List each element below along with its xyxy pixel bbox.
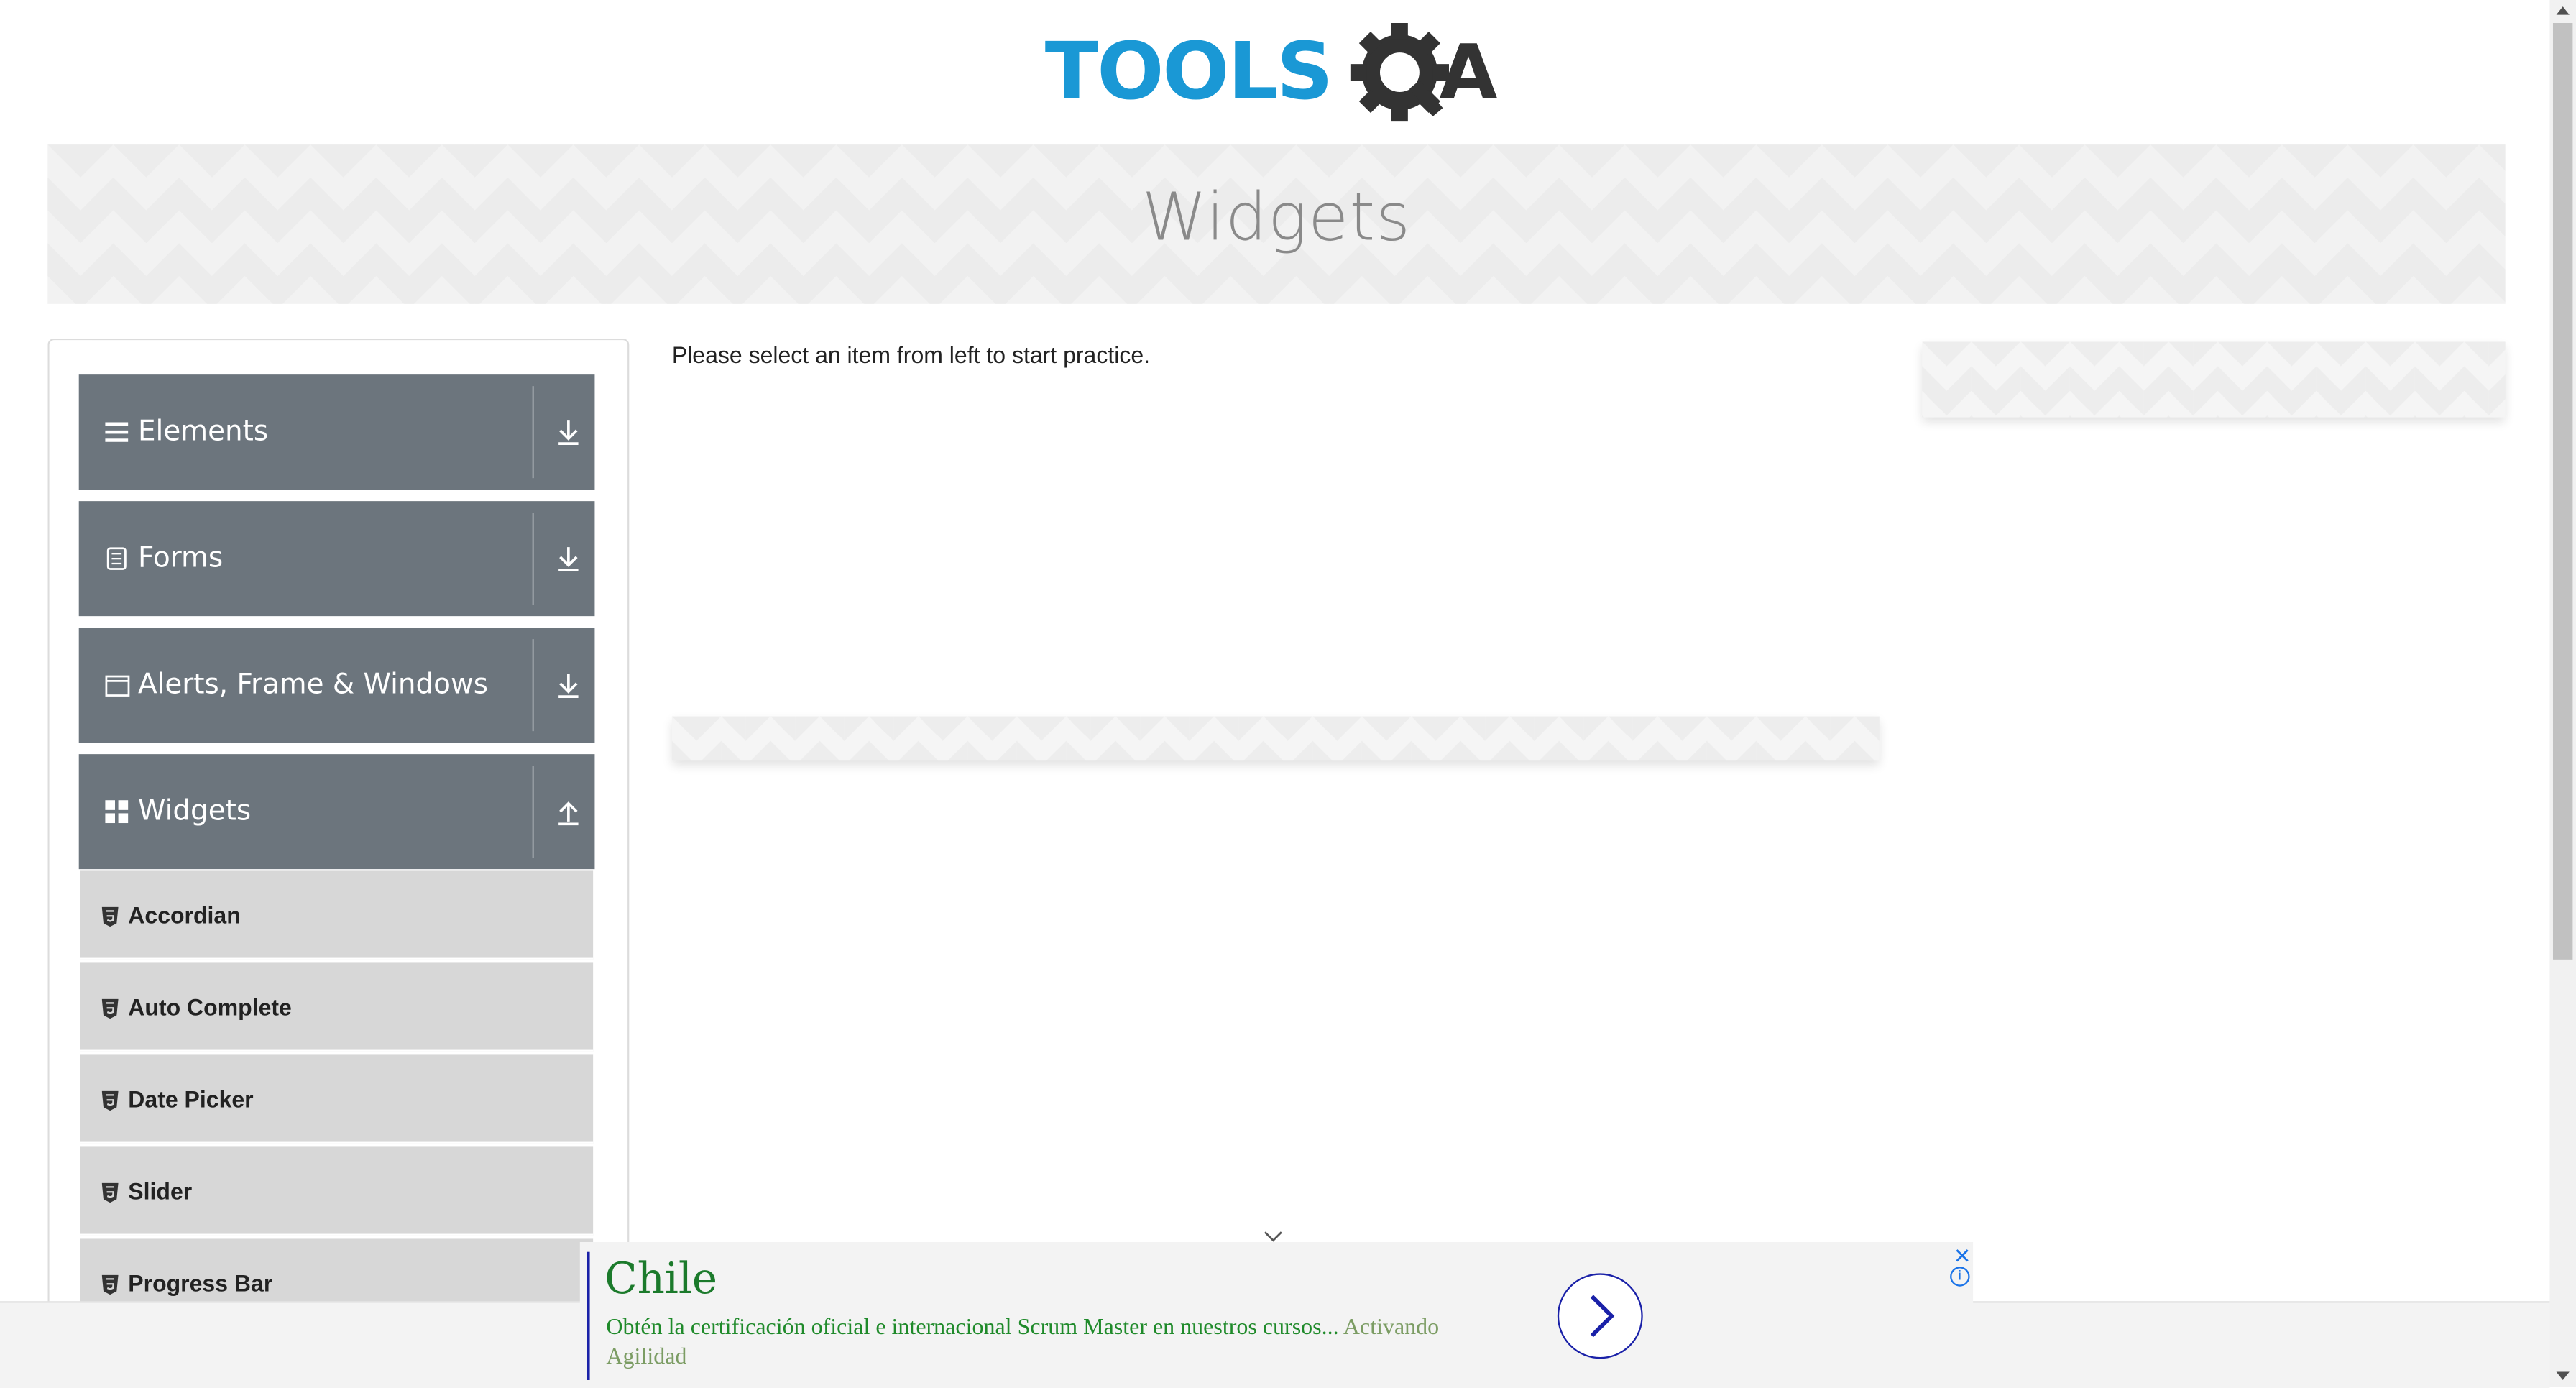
- window-icon: [104, 672, 130, 699]
- scroll-down-arrow-icon[interactable]: [2556, 1371, 2570, 1380]
- html5-icon: [101, 1180, 119, 1202]
- html5-icon: [101, 1272, 119, 1294]
- divider: [532, 513, 534, 605]
- sidebar-item-auto-complete[interactable]: Auto Complete: [80, 962, 594, 1052]
- toolsqa-logo[interactable]: TOOLS A: [1045, 22, 1515, 132]
- download-arrow-icon[interactable]: [556, 544, 582, 574]
- chevron-right-icon: [1590, 1295, 1615, 1338]
- page-title: Widgets: [1141, 180, 1412, 257]
- sidebar-group-widgets[interactable]: Widgets: [78, 754, 595, 870]
- sidebar-item-label: Auto Complete: [128, 993, 292, 1020]
- divider: [532, 639, 534, 732]
- vertical-scrollbar[interactable]: [2549, 0, 2576, 1387]
- ad-close-button[interactable]: ✕: [1954, 1244, 1972, 1270]
- chevron-down-icon[interactable]: [1264, 1223, 1283, 1242]
- ad-description: Obtén la certificación oficial e interna…: [606, 1315, 1501, 1374]
- sidebar-item-label: Slider: [128, 1177, 193, 1204]
- scroll-up-arrow-icon[interactable]: [2556, 6, 2570, 15]
- sidebar-item-label: Accordian: [128, 901, 241, 928]
- sidebar-item-date-picker[interactable]: Date Picker: [80, 1054, 594, 1144]
- sidebar-item-accordian[interactable]: Accordian: [80, 870, 594, 960]
- ad-placeholder-right: [1922, 341, 2506, 418]
- html5-icon: [101, 904, 119, 926]
- ad-open-button[interactable]: [1557, 1273, 1643, 1359]
- sidebar-item-slider[interactable]: Slider: [80, 1146, 594, 1236]
- sidebar-item-label: Progress Bar: [128, 1269, 273, 1296]
- sidebar-group-forms[interactable]: Forms: [78, 501, 595, 617]
- sidebar-group-label: Widgets: [137, 795, 252, 828]
- page-banner: Widgets: [47, 144, 2506, 304]
- practice-prompt: Please select an item from left to start…: [671, 341, 1151, 368]
- sidebar-group-elements[interactable]: Elements: [78, 374, 595, 490]
- document-icon: [104, 546, 130, 572]
- sidebar-item-label: Date Picker: [128, 1085, 254, 1112]
- ad-title[interactable]: Chile: [604, 1255, 717, 1305]
- ad-description-text: Obtén la certificación oficial e interna…: [606, 1315, 1339, 1341]
- hamburger-icon: [104, 419, 130, 446]
- scrollbar-thumb[interactable]: [2552, 22, 2573, 960]
- divider: [532, 766, 534, 858]
- ad-accent-line: [586, 1251, 590, 1380]
- sidebar-group-alerts-frame-windows[interactable]: Alerts, Frame & Windows: [78, 628, 595, 743]
- left-sidebar: Elements Forms Alerts, Frame & Windows W…: [47, 338, 630, 1328]
- download-arrow-icon[interactable]: [556, 671, 582, 700]
- svg-text:TOOLS: TOOLS: [1045, 25, 1332, 117]
- sidebar-group-label: Forms: [137, 542, 224, 575]
- grid-icon: [104, 799, 130, 825]
- sidebar-group-label: Alerts, Frame & Windows: [137, 668, 488, 702]
- svg-text:A: A: [1439, 28, 1497, 116]
- html5-icon: [101, 1088, 119, 1110]
- download-arrow-icon[interactable]: [556, 418, 582, 447]
- upload-arrow-icon[interactable]: [556, 797, 582, 827]
- ad-placeholder-center: [671, 716, 1880, 761]
- html5-icon: [101, 996, 119, 1018]
- bottom-advertisement[interactable]: Chile Obtén la certificación oficial e i…: [579, 1241, 1974, 1387]
- divider: [532, 386, 534, 479]
- sidebar-group-label: Elements: [137, 415, 269, 449]
- ad-info-icon[interactable]: i: [1950, 1267, 1970, 1287]
